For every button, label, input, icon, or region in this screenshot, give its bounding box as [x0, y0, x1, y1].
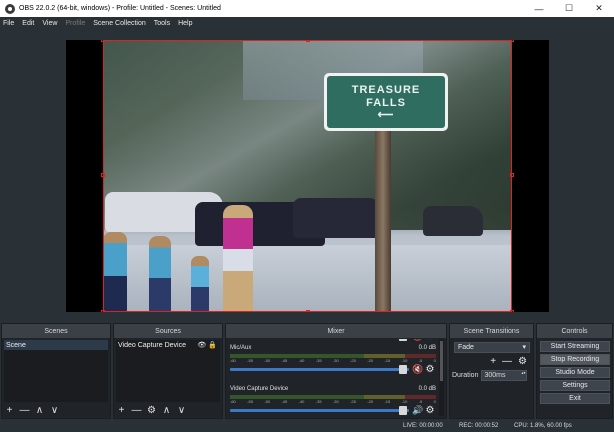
settings-button[interactable]: Settings — [540, 380, 610, 391]
fader-knob[interactable] — [399, 339, 407, 341]
person-adult-left — [103, 232, 127, 312]
mixer-scrollbar[interactable] — [439, 339, 444, 416]
scrollbar-thumb[interactable] — [440, 341, 443, 381]
track-name: Mic/Aux — [230, 345, 252, 351]
menu-file[interactable]: File — [3, 20, 14, 27]
rec-status: REC: 00:00:52 — [459, 423, 499, 429]
track-name: Video Capture Device — [230, 386, 289, 392]
scenes-list: Scene — [4, 340, 108, 402]
remove-transition-button[interactable]: — — [502, 356, 512, 367]
add-source-button[interactable]: + — [116, 405, 127, 416]
sources-title: Sources — [114, 324, 222, 338]
person-child-1 — [149, 236, 171, 312]
sign-post — [375, 131, 391, 312]
person-woman — [223, 205, 253, 312]
move-source-down-button[interactable]: ∨ — [176, 405, 187, 416]
sources-toolbar: + — ⚙ ∧ ∨ — [116, 403, 187, 417]
scenes-title: Scenes — [2, 324, 110, 338]
menu-view[interactable]: View — [42, 20, 57, 27]
move-scene-down-button[interactable]: ∨ — [49, 405, 60, 416]
sign-arrow-icon: ⟵ — [377, 109, 395, 121]
minimize-button[interactable]: — — [524, 0, 554, 17]
move-source-up-button[interactable]: ∧ — [161, 405, 172, 416]
duration-row: Duration 300ms — [452, 370, 528, 381]
studio-mode-button[interactable]: Studio Mode — [540, 367, 610, 378]
status-bar: LIVE: 00:00:00 REC: 00:00:52 CPU: 1.8%, … — [0, 420, 614, 432]
add-scene-button[interactable]: + — [4, 405, 15, 416]
lock-icon[interactable]: 🔒 — [208, 341, 217, 349]
mixer-title: Mixer — [226, 324, 446, 338]
sources-list: Video Capture Device 👁 🔒 — [116, 340, 220, 402]
live-status: LIVE: 00:00:00 — [403, 423, 443, 429]
source-item-label: Video Capture Device — [118, 341, 186, 349]
transitions-title: Scene Transitions — [450, 324, 533, 338]
menu-profile[interactable]: Profile — [65, 20, 85, 27]
sign-line-1: TREASURE — [351, 84, 421, 96]
speaker-icon[interactable]: 🔊 — [412, 405, 424, 416]
volume-fader[interactable] — [230, 364, 409, 374]
track-level: 0.0 dB — [418, 345, 436, 351]
eye-icon[interactable]: 👁 — [197, 341, 206, 349]
maximize-button[interactable]: ☐ — [554, 0, 584, 17]
add-transition-button[interactable]: + — [490, 356, 496, 367]
track-level: 0.0 dB — [418, 386, 436, 392]
close-button[interactable]: ✕ — [584, 0, 614, 17]
exit-button[interactable]: Exit — [540, 393, 610, 404]
menu-help[interactable]: Help — [178, 20, 192, 27]
transitions-dock: Scene Transitions Fade + — ⚙ Duration 30… — [449, 323, 534, 419]
audio-meter — [230, 395, 436, 399]
remove-scene-button[interactable]: — — [19, 405, 30, 416]
transition-select[interactable]: Fade — [454, 342, 530, 353]
video-capture-frame[interactable]: TREASURE FALLS ⟵ — [103, 40, 512, 312]
menu-tools[interactable]: Tools — [154, 20, 170, 27]
window-controls: — ☐ ✕ — [524, 0, 614, 17]
transitions-toolbar: + — ⚙ — [490, 356, 527, 367]
source-properties-gear-icon[interactable]: ⚙ — [146, 405, 157, 416]
scene-item[interactable]: Scene — [4, 340, 108, 350]
muted-speaker-icon[interactable]: 🔇 — [412, 364, 424, 375]
start-streaming-button[interactable]: Start Streaming — [540, 341, 610, 352]
fader-knob[interactable] — [399, 364, 407, 374]
scenes-toolbar: + — ∧ ∨ — [4, 403, 60, 417]
fader-knob[interactable] — [399, 405, 407, 415]
menu-edit[interactable]: Edit — [22, 20, 34, 27]
menu-scene-collection[interactable]: Scene Collection — [93, 20, 146, 27]
gear-icon[interactable]: ⚙ — [424, 339, 436, 342]
title-bar: OBS 22.0.2 (64-bit, windows) - Profile: … — [0, 0, 614, 17]
window-title: OBS 22.0.2 (64-bit, windows) - Profile: … — [19, 5, 221, 12]
controls-title: Controls — [537, 324, 612, 338]
car-far — [423, 206, 483, 236]
cpu-status: CPU: 1.8%, 60.00 fps — [514, 423, 572, 429]
mixer-track-mic-aux: Mic/Aux 0.0 dB -60 -55 -50 -45 -40 -35 -30 -25-… — [230, 345, 436, 382]
stop-recording-button[interactable]: Stop Recording — [540, 354, 610, 365]
audio-meter — [230, 354, 436, 358]
scenes-dock: Scenes Scene + — ∧ ∨ — [1, 323, 111, 419]
gear-icon[interactable]: ⚙ — [424, 405, 436, 416]
preview-area: TREASURE FALLS ⟵ — [0, 30, 614, 322]
duration-value: 300ms — [484, 372, 506, 379]
duration-label: Duration — [452, 372, 479, 379]
person-child-2 — [191, 256, 209, 312]
duration-spinbox[interactable]: 300ms — [481, 370, 528, 381]
mixer-tracks: 🔇 ⚙ Mic/Aux 0.0 dB -60-55-50-45-40-35-30… — [228, 339, 438, 416]
remove-source-button[interactable]: — — [131, 405, 142, 416]
controls-dock: Controls Start Streaming Stop Recording … — [536, 323, 613, 419]
treasure-falls-sign: TREASURE FALLS ⟵ — [324, 73, 448, 131]
sources-dock: Sources Video Capture Device 👁 🔒 + — ⚙ ∧… — [113, 323, 223, 419]
obs-logo-icon — [5, 3, 15, 14]
move-scene-up-button[interactable]: ∧ — [34, 405, 45, 416]
preview-canvas[interactable]: TREASURE FALLS ⟵ — [66, 40, 549, 312]
menu-bar: File Edit View Profile Scene Collection … — [0, 17, 614, 30]
mixer-track-video-capture: Video Capture Device 0.0 dB -60 -55 -50 -45… — [230, 386, 436, 416]
source-item[interactable]: Video Capture Device 👁 🔒 — [116, 340, 220, 350]
gear-icon[interactable]: ⚙ — [424, 364, 436, 375]
muted-speaker-icon[interactable]: 🔇 — [412, 339, 424, 342]
mixer-dock: Mixer 🔇 ⚙ Mic/Aux 0.0 dB -60-55-50-45-40… — [225, 323, 447, 419]
volume-fader[interactable] — [230, 405, 409, 415]
car-dark-2 — [293, 198, 383, 238]
transition-gear-icon[interactable]: ⚙ — [518, 356, 527, 367]
